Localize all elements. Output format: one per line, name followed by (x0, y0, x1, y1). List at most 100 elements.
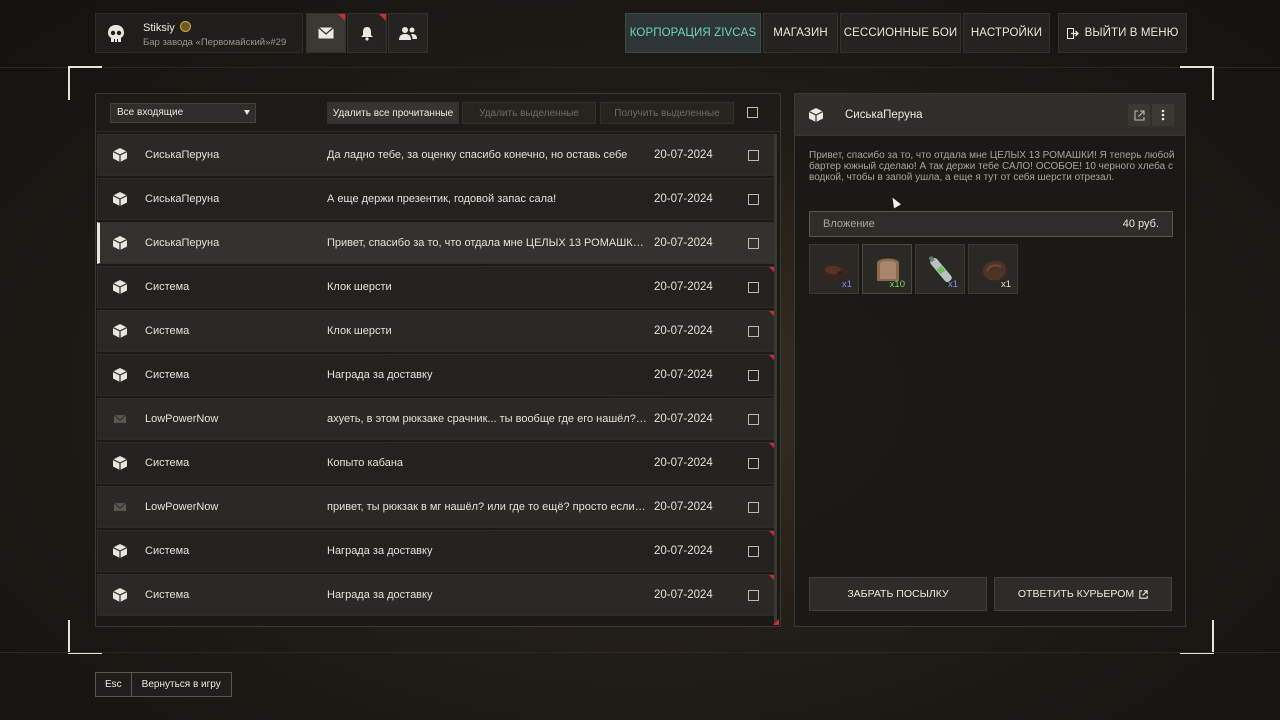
mail-row[interactable]: Система Награда за доставку 20-07-2024 (97, 354, 777, 396)
package-icon (112, 235, 128, 251)
return-to-game-button[interactable]: Esc Вернуться в игру (95, 672, 232, 697)
envelope-icon (318, 27, 334, 39)
package-icon (112, 455, 128, 471)
more-options-button[interactable] (1152, 104, 1174, 126)
nav-session-fights[interactable]: СЕССИОННЫЕ БОИ (840, 13, 961, 53)
mail-subject: Привет, спасибо за то, что отдала мне ЦЕ… (327, 237, 647, 249)
detail-header: СиськаПеруна (795, 94, 1185, 136)
mail-subject: ахуеть, в этом рюкзаке срачник... ты воо… (327, 413, 647, 425)
mail-subject: Клок шерсти (327, 325, 392, 337)
mail-row-checkbox[interactable] (748, 238, 759, 249)
package-icon (808, 108, 824, 122)
rank-badge-icon (179, 21, 191, 32)
mail-subject: Клок шерсти (327, 281, 392, 293)
package-icon (112, 279, 128, 295)
skull-icon (108, 25, 124, 42)
mail-date: 20-07-2024 (654, 457, 713, 469)
delete-selected-button[interactable]: Удалить выделенные (462, 102, 596, 124)
esc-key: Esc (96, 673, 132, 696)
open-external-button[interactable] (1128, 104, 1150, 126)
envelope-icon (112, 499, 128, 515)
mail-date: 20-07-2024 (654, 237, 713, 249)
mail-row[interactable]: Система Клок шерсти 20-07-2024 (97, 266, 777, 308)
mail-row-checkbox[interactable] (748, 414, 759, 425)
nav-settings[interactable]: НАСТРОЙКИ (963, 13, 1050, 53)
friends-button[interactable] (388, 13, 428, 53)
select-all-checkbox[interactable] (747, 107, 758, 118)
bell-icon (361, 26, 373, 41)
get-selected-button[interactable]: Получить выделенные (600, 102, 734, 124)
player-card: Stiksiy Бар завода «Первомайский»#29 (95, 13, 303, 53)
mail-sender: Система (145, 369, 190, 381)
attachment-item-bottle[interactable]: x1 (915, 244, 965, 294)
mail-sender: LowPowerNow (145, 413, 219, 425)
exit-to-menu-button[interactable]: ВЫЙТИ В МЕНЮ (1058, 13, 1187, 53)
mail-row-checkbox[interactable] (748, 194, 759, 205)
scrollbar[interactable] (774, 134, 777, 624)
mail-row-checkbox[interactable] (748, 326, 759, 337)
mail-row-checkbox[interactable] (748, 150, 759, 161)
delete-read-button[interactable]: Удалить все прочитанные (327, 102, 459, 124)
reply-courier-button[interactable]: ОТВЕТИТЬ КУРЬЕРОМ (994, 577, 1172, 611)
item-count: x1 (947, 279, 958, 290)
package-icon (112, 147, 128, 163)
exit-label: ВЫЙТИ В МЕНЮ (1084, 27, 1179, 39)
attachment-label: Вложение (823, 218, 875, 230)
mail-row-checkbox[interactable] (748, 590, 759, 601)
mail-sender: LowPowerNow (145, 501, 219, 513)
attachment-bar: Вложение 40 руб. (809, 211, 1173, 237)
mail-row[interactable]: СиськаПеруна Привет, спасибо за то, что о… (97, 222, 777, 264)
mail-date: 20-07-2024 (654, 193, 713, 205)
mail-row[interactable]: Система Награда за доставку 20-07-2024 (97, 574, 777, 616)
mail-row-checkbox[interactable] (748, 458, 759, 469)
attachment-item-meat[interactable]: x1 (809, 244, 859, 294)
mail-row[interactable]: LowPowerNow привет, ты рюкзак в мг нашёл?… (97, 486, 777, 528)
notification-flag (773, 619, 779, 625)
mail-filter-value: Все входящие (117, 107, 184, 118)
attachment-item-bread[interactable]: x10 (862, 244, 912, 294)
package-icon (112, 587, 128, 603)
notification-flag (379, 14, 386, 21)
nav-corporation[interactable]: КОРПОРАЦИЯ ZIVCAS (625, 13, 761, 53)
mail-row[interactable]: Система Награда за доставку 20-07-2024 (97, 530, 777, 572)
detail-sender: СиськаПеруна (845, 109, 923, 121)
reply-courier-label: ОТВЕТИТЬ КУРЬЕРОМ (1017, 588, 1135, 600)
package-icon (112, 191, 128, 207)
mail-row[interactable]: LowPowerNow ахуеть, в этом рюкзаке срачни… (97, 398, 777, 440)
attachment-items: x1 x10 x1 x1 (809, 244, 1018, 294)
mail-button[interactable] (306, 13, 346, 53)
nav-shop[interactable]: МАГАЗИН (763, 13, 838, 53)
mail-row-checkbox[interactable] (748, 370, 759, 381)
package-icon (112, 543, 128, 559)
notification-flag (338, 14, 345, 21)
mail-sender: Система (145, 457, 190, 469)
mail-subject: Да ладно тебе, за оценку спасибо конечно… (327, 149, 628, 161)
mail-row-checkbox[interactable] (748, 546, 759, 557)
mail-subject: Награда за доставку (327, 589, 433, 601)
mail-date: 20-07-2024 (654, 325, 713, 337)
mail-sender: СиськаПеруна (145, 149, 220, 161)
notifications-button[interactable] (347, 13, 387, 53)
mail-list-panel: Все входящие Удалить все прочитанные Уда… (95, 93, 781, 627)
take-parcel-button[interactable]: ЗАБРАТЬ ПОСЫЛКУ (809, 577, 987, 611)
mail-row[interactable]: СиськаПеруна А еще держи презентик, годов… (97, 178, 777, 220)
mail-rows: СиськаПеруна Да ладно тебе, за оценку спа… (97, 134, 777, 618)
attachment-amount: 40 руб. (1122, 218, 1159, 230)
mail-row[interactable]: Система Копыто кабана 20-07-2024 (97, 442, 777, 484)
mail-row[interactable]: Система Клок шерсти 20-07-2024 (97, 310, 777, 352)
mail-filter-select[interactable]: Все входящие (110, 103, 256, 123)
package-icon (112, 367, 128, 383)
mail-row[interactable]: СиськаПеруна Да ладно тебе, за оценку спа… (97, 134, 777, 176)
package-icon (112, 323, 128, 339)
top-bar: Stiksiy Бар завода «Первомайский»#29 КОР… (0, 0, 1280, 68)
mail-row-checkbox[interactable] (748, 502, 759, 513)
attachment-item-wool[interactable]: x1 (968, 244, 1018, 294)
chevron-down-icon (244, 110, 250, 115)
mail-sender: Система (145, 325, 190, 337)
message-body: Привет, спасибо за то, что отдала мне ЦЕ… (809, 150, 1175, 183)
mail-row-checkbox[interactable] (748, 282, 759, 293)
mail-sender: Система (145, 281, 190, 293)
mail-date: 20-07-2024 (654, 413, 713, 425)
more-vertical-icon (1161, 109, 1165, 121)
mail-subject: привет, ты рюкзак в мг нашёл? или где то… (327, 501, 647, 513)
